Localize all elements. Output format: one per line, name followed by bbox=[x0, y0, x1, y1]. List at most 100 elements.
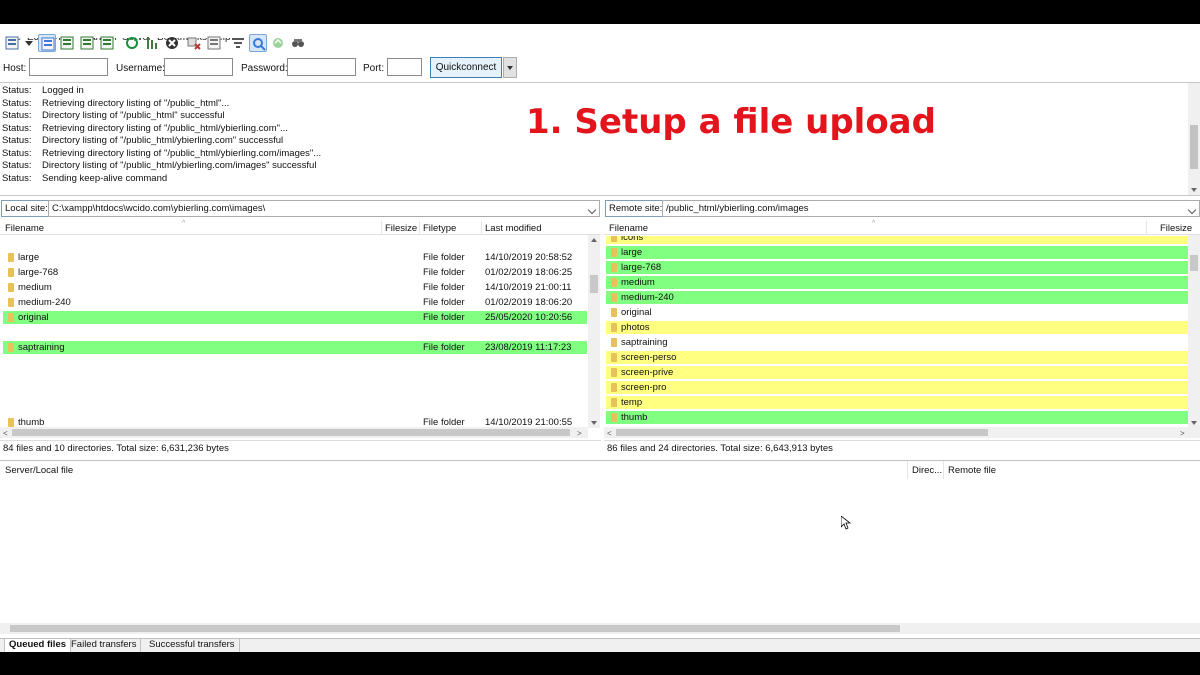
queue-hscrollbar[interactable] bbox=[0, 623, 1200, 634]
remote-file-row[interactable]: medium bbox=[606, 276, 1188, 289]
disconnect-icon[interactable] bbox=[185, 34, 203, 52]
remote-file-row[interactable]: thumb bbox=[606, 411, 1188, 424]
local-list-header: Filename ^ Filesize Filetype Last modifi… bbox=[0, 220, 601, 235]
local-file-row[interactable] bbox=[3, 401, 588, 414]
file-name: screen-pro bbox=[621, 382, 667, 393]
toggle-queue-icon[interactable] bbox=[98, 34, 116, 52]
remote-hscrollbar[interactable]: < > bbox=[604, 427, 1200, 438]
scroll-left-arrow-icon[interactable]: < bbox=[3, 429, 8, 438]
quickconnect-bar: Host: Username: Password: Port: Quickcon… bbox=[0, 57, 1200, 79]
tab-queued-files[interactable]: Queued files bbox=[4, 639, 72, 652]
site-manager-icon[interactable] bbox=[3, 34, 21, 52]
host-input[interactable] bbox=[29, 58, 108, 76]
local-file-row[interactable]: original File folder 25/05/2020 10:20:56 bbox=[3, 311, 587, 324]
local-file-row[interactable] bbox=[3, 371, 588, 384]
cancel-icon[interactable] bbox=[163, 34, 181, 52]
remote-file-row[interactable]: medium-240 bbox=[606, 291, 1188, 304]
local-file-row[interactable] bbox=[3, 386, 588, 399]
dropdown-arrow-icon[interactable] bbox=[20, 34, 38, 52]
local-col-filename[interactable]: Filename bbox=[5, 223, 44, 234]
file-type: File folder bbox=[423, 297, 465, 308]
folder-icon bbox=[611, 398, 617, 407]
log-scrollbar[interactable] bbox=[1188, 83, 1200, 195]
local-path-dropdown[interactable]: C:\xampp\htdocs\wcido.com\ybierling.com\… bbox=[48, 200, 600, 217]
toggle-local-tree-icon[interactable] bbox=[58, 34, 76, 52]
remote-file-row[interactable]: screen-perso bbox=[606, 351, 1188, 364]
remote-file-row[interactable]: temp bbox=[606, 396, 1188, 409]
local-file-row[interactable]: saptraining File folder 23/08/2019 11:17:2… bbox=[3, 341, 587, 354]
remote-col-filesize[interactable]: Filesize bbox=[1160, 223, 1192, 234]
search-icon[interactable] bbox=[249, 34, 267, 52]
remote-vscroll-thumb[interactable] bbox=[1190, 255, 1198, 271]
queue-col-server-local[interactable]: Server/Local file bbox=[5, 465, 73, 476]
remote-file-row[interactable]: large bbox=[606, 246, 1188, 259]
local-pane: Local site: C:\xampp\htdocs\wcido.com\yb… bbox=[0, 200, 601, 463]
queue-col-remote[interactable]: Remote file bbox=[948, 465, 996, 476]
local-file-row[interactable]: large File folder 14/10/2019 20:58:52 bbox=[3, 251, 588, 264]
local-hscroll-thumb[interactable] bbox=[12, 429, 570, 436]
scroll-down-arrow-icon[interactable] bbox=[1191, 421, 1197, 425]
reconnect-icon[interactable] bbox=[205, 34, 223, 52]
scroll-down-arrow-icon[interactable] bbox=[591, 421, 597, 425]
tab-failed-transfers[interactable]: Failed transfers bbox=[67, 639, 142, 652]
local-vscroll-thumb[interactable] bbox=[590, 275, 598, 293]
password-input[interactable] bbox=[287, 58, 356, 76]
remote-file-row[interactable]: icons bbox=[606, 236, 1188, 244]
tab-successful-transfers[interactable]: Successful transfers bbox=[145, 639, 240, 652]
local-vscrollbar[interactable] bbox=[588, 235, 600, 428]
log-status-label: Status: bbox=[2, 160, 32, 171]
queue-hscroll-thumb[interactable] bbox=[10, 625, 900, 632]
username-input[interactable] bbox=[164, 58, 233, 76]
scroll-right-arrow-icon[interactable]: > bbox=[1180, 429, 1185, 438]
local-col-modified[interactable]: Last modified bbox=[485, 223, 542, 234]
compare-icon[interactable] bbox=[289, 34, 307, 52]
local-file-row[interactable] bbox=[3, 356, 588, 369]
local-col-filesize[interactable]: Filesize bbox=[385, 223, 417, 234]
file-name: screen-perso bbox=[621, 352, 677, 363]
folder-icon bbox=[8, 418, 14, 427]
remote-path-dropdown[interactable]: /public_html/ybierling.com/images bbox=[662, 200, 1200, 217]
local-file-row[interactable]: medium-240 File folder 01/02/2019 18:06:20 bbox=[3, 296, 588, 309]
local-file-row[interactable] bbox=[3, 326, 588, 339]
remote-file-row[interactable]: original bbox=[606, 306, 1188, 319]
local-site-label: Local site: bbox=[1, 200, 52, 217]
log-message: Sending keep-alive command bbox=[42, 172, 168, 184]
remote-file-row[interactable]: saptraining bbox=[606, 336, 1188, 349]
scroll-right-arrow-icon[interactable]: > bbox=[577, 429, 582, 438]
remote-file-row[interactable]: screen-prive bbox=[606, 366, 1188, 379]
file-type: File folder bbox=[423, 267, 465, 278]
scroll-down-arrow-icon[interactable] bbox=[1191, 188, 1197, 192]
refresh-icon[interactable] bbox=[123, 34, 141, 52]
scroll-up-arrow-icon[interactable] bbox=[591, 238, 597, 242]
folder-icon bbox=[611, 353, 617, 362]
process-queue-icon[interactable] bbox=[143, 34, 161, 52]
local-file-row[interactable]: medium File folder 14/10/2019 21:00:11 bbox=[3, 281, 588, 294]
port-input[interactable] bbox=[387, 58, 422, 76]
log-scroll-thumb[interactable] bbox=[1190, 125, 1198, 169]
remote-vscrollbar[interactable] bbox=[1188, 235, 1200, 428]
log-message: Retrieving directory listing of "/public… bbox=[42, 122, 288, 134]
remote-file-row[interactable]: screen-pro bbox=[606, 381, 1188, 394]
local-file-row[interactable]: large-768 File folder 01/02/2019 18:06:25 bbox=[3, 266, 588, 279]
folder-icon bbox=[611, 383, 617, 392]
filter-icon[interactable] bbox=[229, 34, 247, 52]
scroll-left-arrow-icon[interactable]: < bbox=[607, 429, 612, 438]
toggle-remote-tree-icon[interactable] bbox=[78, 34, 96, 52]
local-hscrollbar[interactable]: < > bbox=[0, 427, 588, 438]
quickconnect-button[interactable]: Quickconnect bbox=[430, 57, 502, 78]
local-file-row[interactable] bbox=[3, 236, 588, 249]
folder-icon bbox=[611, 323, 617, 332]
local-col-filetype[interactable]: Filetype bbox=[423, 223, 456, 234]
sync-browse-icon[interactable] bbox=[269, 34, 287, 52]
log-message: Directory listing of "/public_html/ybier… bbox=[42, 160, 317, 171]
quickconnect-history-dropdown[interactable] bbox=[503, 57, 517, 78]
folder-icon bbox=[8, 268, 14, 277]
remote-hscroll-thumb[interactable] bbox=[616, 429, 988, 436]
remote-col-filename[interactable]: Filename bbox=[609, 223, 648, 234]
queue-col-direction[interactable]: Direc... bbox=[912, 465, 942, 476]
remote-file-row[interactable]: large-768 bbox=[606, 261, 1188, 274]
file-type: File folder bbox=[423, 312, 465, 323]
username-label: Username: bbox=[116, 63, 165, 74]
toggle-log-icon[interactable] bbox=[38, 34, 56, 52]
remote-file-row[interactable]: photos bbox=[606, 321, 1188, 334]
